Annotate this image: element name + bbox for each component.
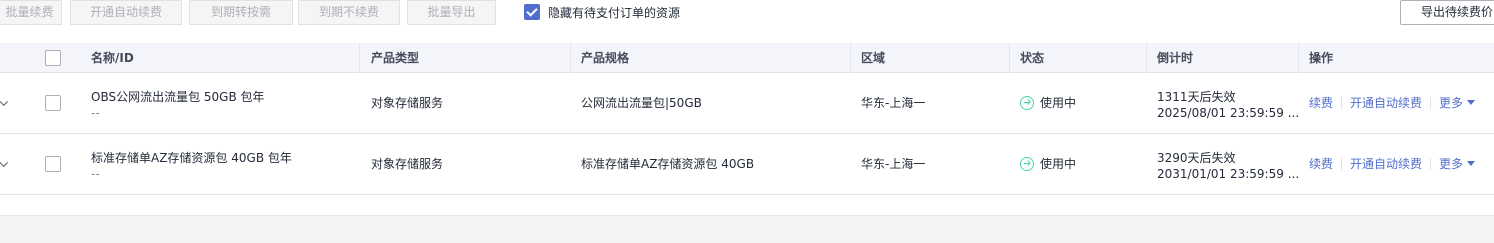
renew-link[interactable]: 续费: [1309, 96, 1333, 110]
column-divider: [1146, 43, 1147, 73]
batch-renew-button[interactable]: 批量续费: [0, 0, 62, 25]
select-all-checkbox[interactable]: [45, 50, 61, 66]
header-region: 区域: [861, 51, 886, 65]
resource-name: OBS公网流出流量包 50GB 包年: [91, 90, 265, 104]
footer-area: [0, 215, 1494, 243]
action-divider: [1430, 157, 1432, 170]
expire-time: 2031/01/01 23:59:59 ...: [1157, 167, 1300, 181]
table-row: OBS公网流出流量包 50GB 包年 -- 对象存储服务 公网流出流量包|50G…: [0, 73, 1494, 134]
column-divider: [1009, 43, 1010, 73]
hide-pending-label: 隐藏有待支付订单的资源: [548, 5, 681, 20]
header-status: 状态: [1020, 51, 1045, 65]
product-type: 对象存储服务: [371, 157, 444, 171]
enable-auto-renew-link[interactable]: 开通自动续费: [1350, 157, 1422, 171]
batch-export-button[interactable]: 批量导出: [407, 0, 496, 25]
region: 华东-上海一: [861, 96, 926, 110]
action-divider: [1341, 157, 1343, 170]
hide-pending-toggle[interactable]: 隐藏有待支付订单的资源: [524, 3, 680, 21]
renew-link[interactable]: 续费: [1309, 157, 1333, 171]
more-label: 更多: [1439, 96, 1464, 110]
resource-name: 标准存储单AZ存储资源包 40GB 包年: [91, 151, 292, 165]
column-divider: [850, 43, 851, 73]
enable-auto-renew-link[interactable]: 开通自动续费: [1350, 96, 1422, 110]
countdown-text: 3290天后失效: [1157, 151, 1236, 165]
table-header: 名称/ID 产品类型 产品规格 区域 状态 倒计时 操作: [0, 43, 1494, 73]
enable-auto-renew-button[interactable]: 开通自动续费: [70, 0, 182, 25]
resource-id: --: [91, 167, 100, 181]
status-running-icon: [1020, 156, 1034, 171]
row-checkbox[interactable]: [45, 156, 61, 172]
countdown-text: 1311天后失效: [1157, 90, 1236, 104]
action-divider: [1341, 96, 1343, 109]
caret-down-icon: [1467, 161, 1476, 166]
more-label: 更多: [1439, 157, 1464, 171]
column-divider: [570, 43, 571, 73]
status-text: 使用中: [1040, 157, 1077, 171]
actions-cell: 续费 开通自动续费 更多: [1309, 134, 1476, 194]
header-countdown: 倒计时: [1157, 51, 1194, 65]
header-spec: 产品规格: [581, 51, 630, 65]
table-row: 标准存储单AZ存储资源包 40GB 包年 -- 对象存储服务 标准存储单AZ存储…: [0, 134, 1494, 195]
status-running-icon: [1020, 95, 1034, 110]
row-checkbox[interactable]: [45, 95, 61, 111]
no-renew-on-expiry-button[interactable]: 到期不续费: [298, 0, 400, 25]
actions-cell: 续费 开通自动续费 更多: [1309, 73, 1476, 133]
status-cell: 使用中: [1020, 73, 1076, 133]
action-divider: [1430, 96, 1432, 109]
product-spec: 公网流出流量包|50GB: [581, 96, 702, 110]
export-pending-renewal-button[interactable]: 导出待续费价: [1400, 0, 1494, 25]
region: 华东-上海一: [861, 157, 926, 171]
header-name: 名称/ID: [91, 51, 134, 65]
convert-on-expiry-button[interactable]: 到期转按需: [189, 0, 293, 25]
expand-chevron-icon[interactable]: [0, 157, 8, 167]
column-divider: [1298, 43, 1299, 73]
product-type: 对象存储服务: [371, 96, 444, 110]
expand-chevron-icon[interactable]: [0, 96, 8, 106]
caret-down-icon: [1467, 100, 1476, 105]
status-text: 使用中: [1040, 96, 1077, 110]
more-dropdown[interactable]: 更多: [1439, 96, 1476, 110]
more-dropdown[interactable]: 更多: [1439, 157, 1476, 171]
header-actions: 操作: [1309, 51, 1334, 65]
status-cell: 使用中: [1020, 134, 1076, 194]
expire-time: 2025/08/01 23:59:59 ...: [1157, 106, 1300, 120]
product-spec: 标准存储单AZ存储资源包 40GB: [581, 157, 755, 171]
toolbar: 批量续费 开通自动续费 到期转按需 到期不续费 批量导出 隐藏有待支付订单的资源…: [0, 0, 1494, 26]
column-divider: [359, 43, 360, 73]
header-product-type: 产品类型: [371, 51, 420, 65]
resource-id: --: [91, 106, 100, 120]
checkbox-checked-icon[interactable]: [524, 4, 540, 20]
resource-table: 名称/ID 产品类型 产品规格 区域 状态 倒计时 操作 OBS公网流出流量包 …: [0, 43, 1494, 195]
